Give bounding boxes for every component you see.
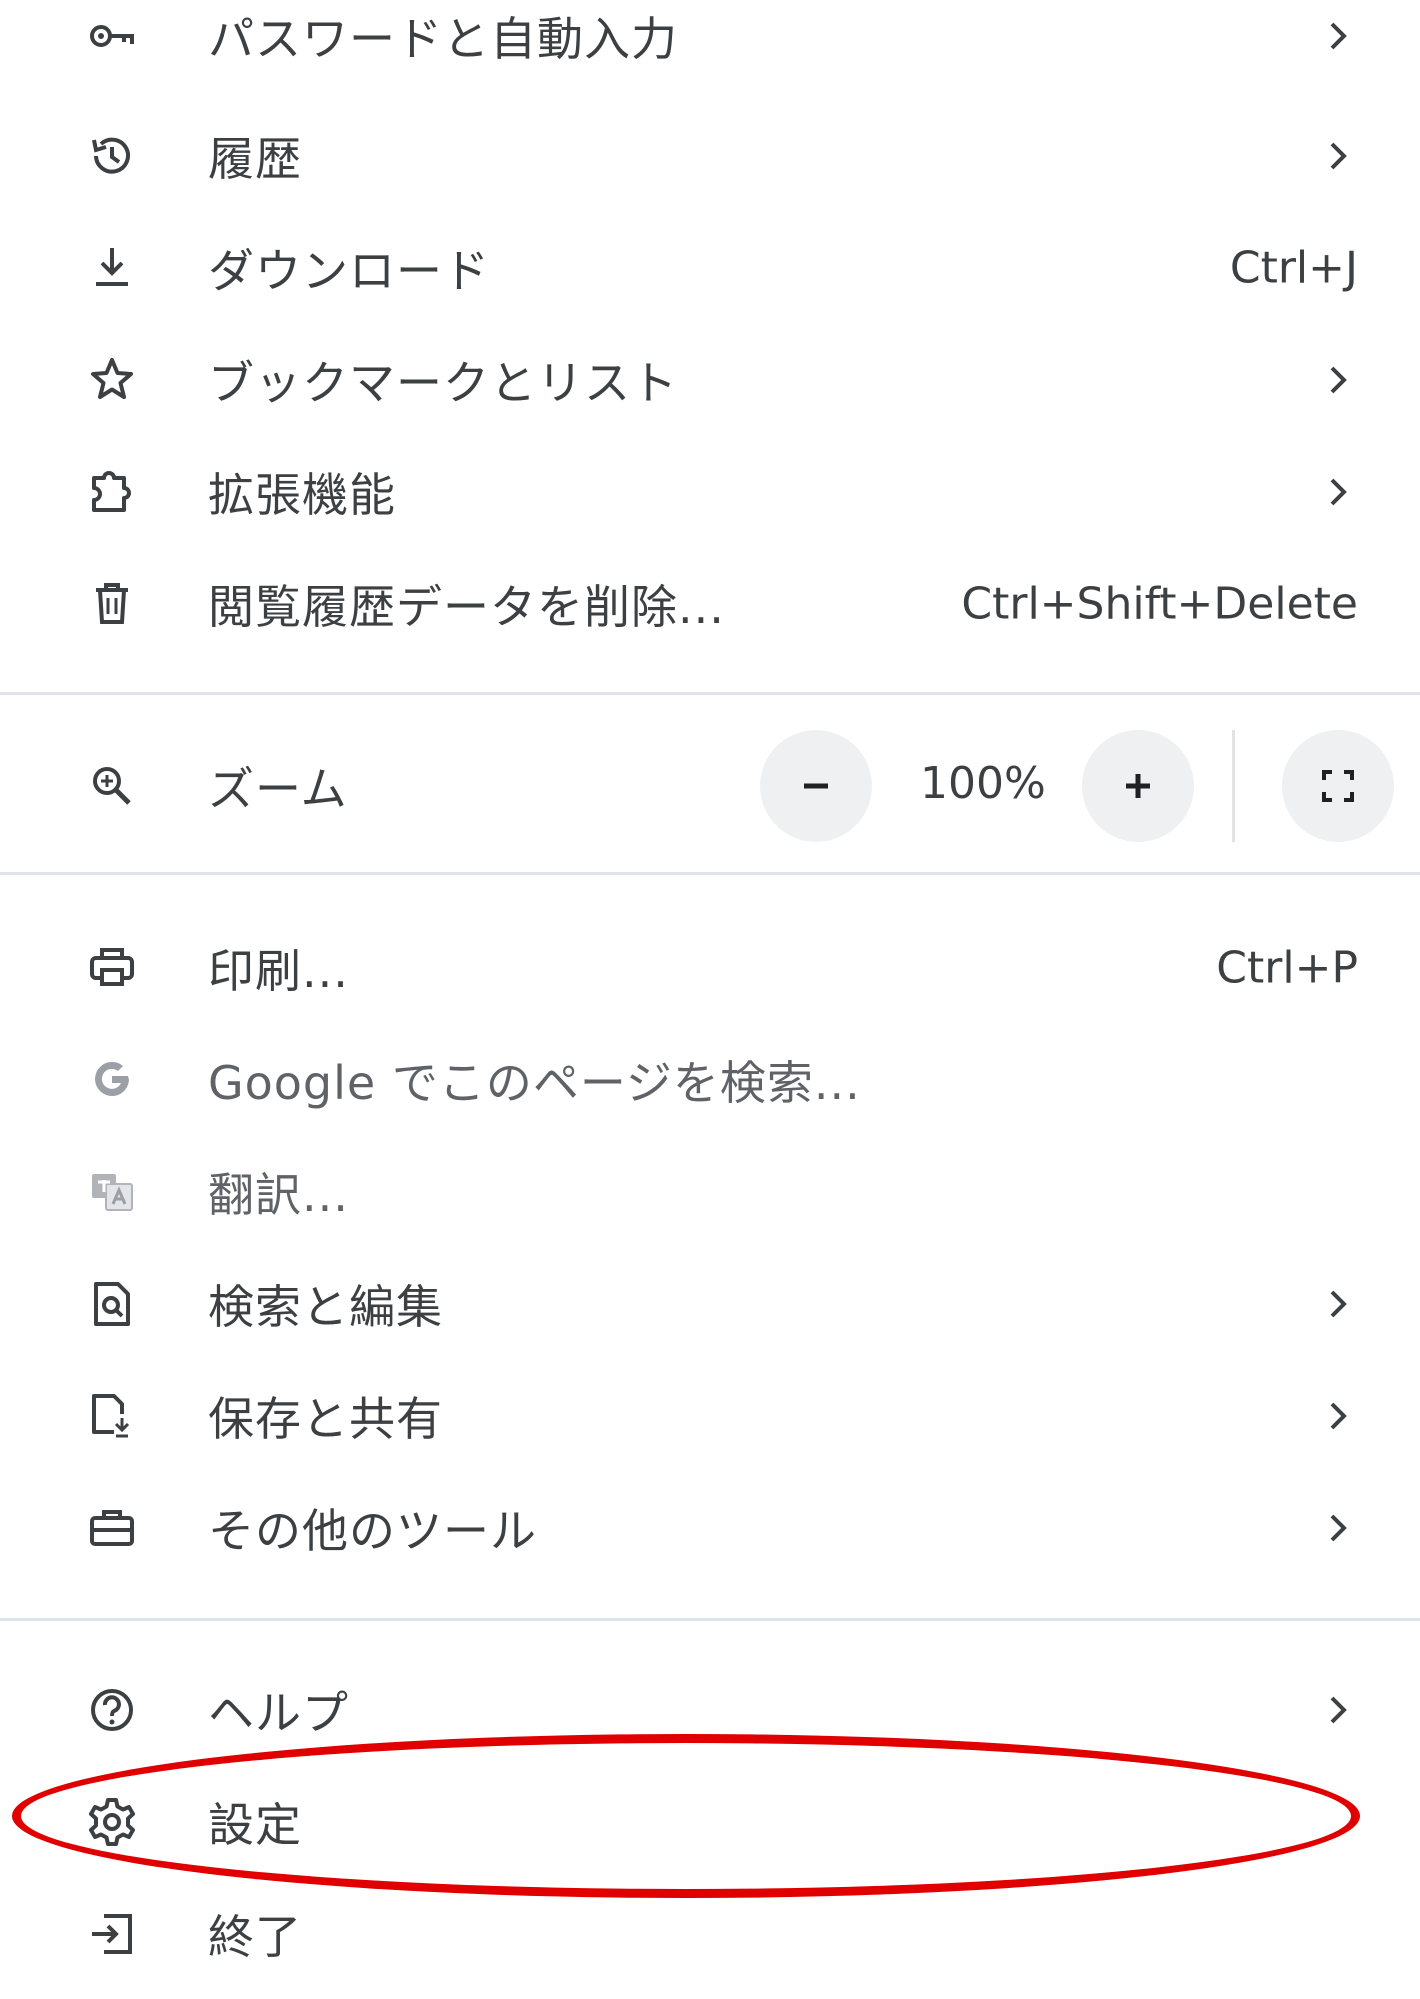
key-icon — [84, 8, 140, 64]
trash-icon — [84, 576, 140, 632]
menu-item-more-tools[interactable]: その他のツール — [0, 1472, 1420, 1584]
menu-item-label: ブックマークとリスト — [208, 356, 678, 410]
menu-item-label: ヘルプ — [208, 1686, 349, 1740]
magnifier-icon — [84, 758, 140, 814]
chevron-right-icon — [1318, 1284, 1358, 1324]
download-icon — [84, 240, 140, 296]
menu-item-print[interactable]: 印刷... Ctrl+P — [0, 912, 1420, 1024]
minus-icon — [804, 783, 828, 789]
chevron-right-icon — [1318, 472, 1358, 512]
chevron-right-icon — [1318, 360, 1358, 400]
translate-icon — [84, 1164, 140, 1220]
menu-item-label: 閲覧履歴データを削除... — [208, 580, 725, 634]
printer-icon — [84, 940, 140, 996]
menu-divider — [0, 872, 1420, 875]
menu-item-bookmarks[interactable]: ブックマークとリスト — [0, 324, 1420, 436]
star-icon — [84, 352, 140, 408]
menu-item-zoom: ズーム — [0, 730, 1420, 842]
menu-item-label: 設定 — [208, 1798, 302, 1852]
shortcut-text: Ctrl+J — [1229, 242, 1358, 294]
menu-divider — [0, 692, 1420, 695]
zoom-level: 100% — [920, 758, 1046, 809]
fullscreen-icon — [1322, 770, 1354, 802]
help-icon — [84, 1682, 140, 1738]
google-icon — [84, 1052, 140, 1108]
puzzle-icon — [84, 464, 140, 520]
menu-item-save-share[interactable]: 保存と共有 — [0, 1360, 1420, 1472]
menu-item-google-search[interactable]: Google でこのページを検索... — [0, 1024, 1420, 1136]
gear-icon — [84, 1794, 140, 1850]
menu-item-help[interactable]: ヘルプ — [0, 1654, 1420, 1766]
plus-icon — [1126, 774, 1150, 798]
menu-item-label: パスワードと自動入力 — [208, 12, 678, 66]
toolbox-icon — [84, 1500, 140, 1556]
menu-item-label: Google でこのページを検索... — [208, 1056, 861, 1110]
menu-item-downloads[interactable]: ダウンロード Ctrl+J — [0, 212, 1420, 324]
menu-item-label: 印刷... — [208, 944, 349, 998]
menu-item-label: 保存と共有 — [208, 1392, 443, 1446]
shortcut-text: Ctrl+Shift+Delete — [961, 578, 1358, 630]
menu-item-passwords[interactable]: パスワードと自動入力 — [0, 0, 1420, 92]
find-page-icon — [84, 1276, 140, 1332]
exit-icon — [84, 1906, 140, 1962]
menu-item-find-edit[interactable]: 検索と編集 — [0, 1248, 1420, 1360]
menu-item-label: ダウンロード — [208, 244, 490, 298]
menu-item-label: その他のツール — [208, 1504, 537, 1558]
chrome-main-menu: パスワードと自動入力 履歴 ダウンロード Ctrl+J ブックマークとリスト 拡… — [0, 0, 1420, 1999]
chevron-right-icon — [1318, 1508, 1358, 1548]
zoom-in-button[interactable] — [1082, 730, 1194, 842]
menu-item-settings[interactable]: 設定 — [0, 1766, 1420, 1878]
menu-item-label: 翻訳... — [208, 1168, 349, 1222]
zoom-out-button[interactable] — [760, 730, 872, 842]
menu-item-clear-data[interactable]: 閲覧履歴データを削除... Ctrl+Shift+Delete — [0, 548, 1420, 660]
menu-item-label: ズーム — [208, 762, 348, 816]
menu-item-label: 履歴 — [208, 132, 302, 186]
zoom-separator — [1232, 730, 1235, 842]
chevron-right-icon — [1318, 1690, 1358, 1730]
fullscreen-button[interactable] — [1282, 730, 1394, 842]
menu-item-history[interactable]: 履歴 — [0, 100, 1420, 212]
menu-item-exit[interactable]: 終了 — [0, 1878, 1420, 1990]
menu-item-label: 拡張機能 — [208, 468, 396, 522]
menu-item-extensions[interactable]: 拡張機能 — [0, 436, 1420, 548]
chevron-right-icon — [1318, 16, 1358, 56]
chevron-right-icon — [1318, 1396, 1358, 1436]
menu-item-translate[interactable]: 翻訳... — [0, 1136, 1420, 1248]
chevron-right-icon — [1318, 136, 1358, 176]
save-file-icon — [84, 1388, 140, 1444]
menu-divider — [0, 1618, 1420, 1621]
history-icon — [84, 128, 140, 184]
shortcut-text: Ctrl+P — [1216, 942, 1358, 994]
menu-item-label: 検索と編集 — [208, 1280, 443, 1334]
menu-item-label: 終了 — [208, 1910, 302, 1964]
